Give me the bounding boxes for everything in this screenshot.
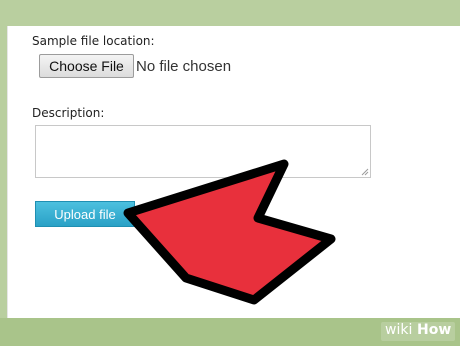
upload-form-panel: Sample file location: Choose File No fil… xyxy=(7,26,460,318)
description-label: Description: xyxy=(32,106,105,120)
description-textarea[interactable] xyxy=(35,125,371,178)
watermark-wiki-text: wiki xyxy=(385,322,413,338)
upload-file-button[interactable]: Upload file xyxy=(35,201,135,227)
file-location-label: Sample file location: xyxy=(32,34,155,48)
resize-grip-icon[interactable] xyxy=(361,168,369,176)
choose-file-button[interactable]: Choose File xyxy=(39,54,134,78)
no-file-chosen-text: No file chosen xyxy=(136,58,232,75)
top-background-band xyxy=(0,0,460,26)
watermark-how-text: How xyxy=(417,322,452,338)
